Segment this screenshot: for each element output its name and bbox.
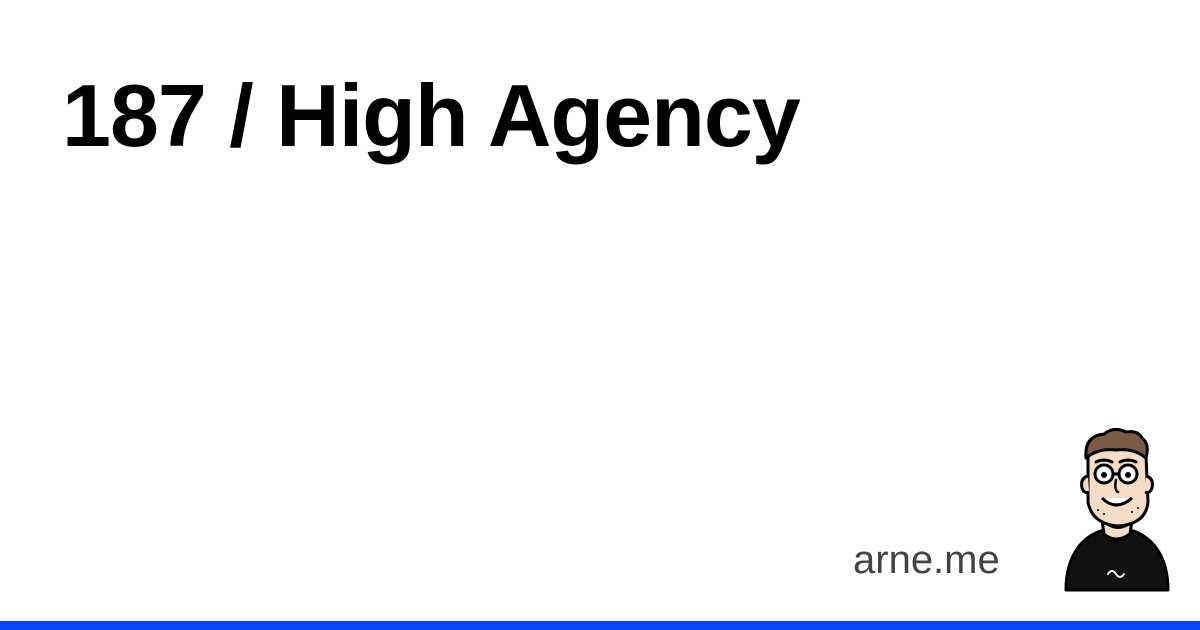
avatar-illustration-icon — [1064, 427, 1170, 592]
social-card: 187 / High Agency arne.me — [0, 0, 1200, 630]
accent-bar — [0, 621, 1200, 630]
page-title: 187 / High Agency — [62, 66, 801, 165]
site-name: arne.me — [853, 538, 1000, 582]
